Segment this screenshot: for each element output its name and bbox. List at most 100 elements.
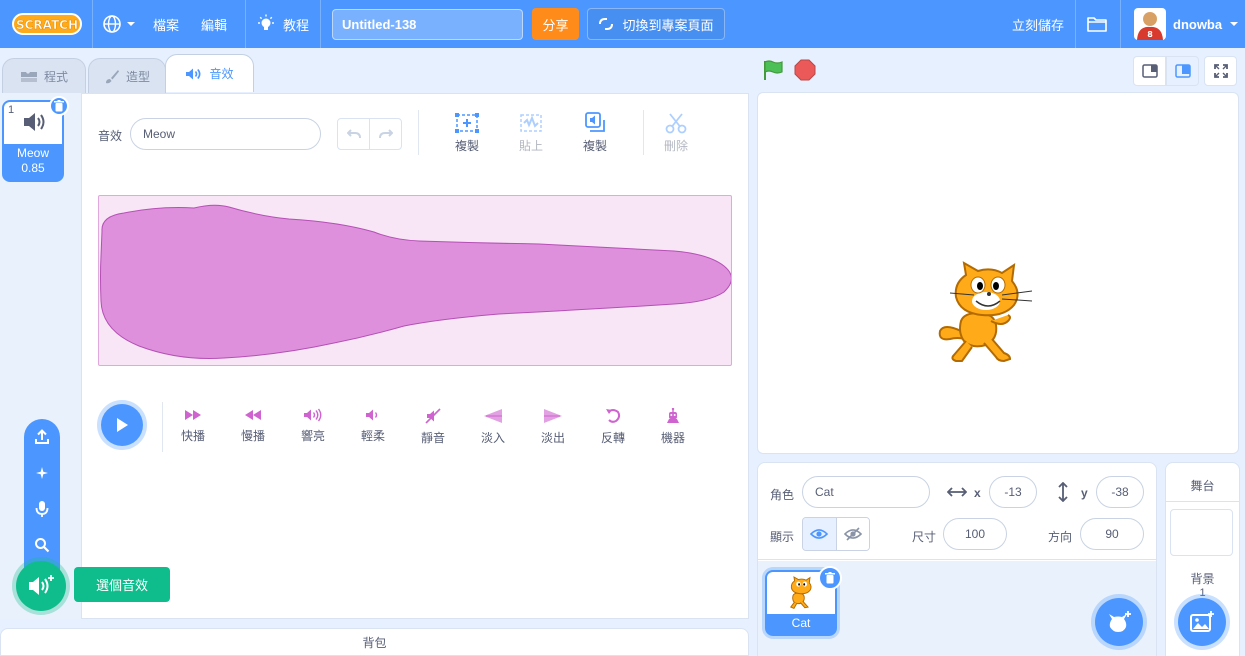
tab-code[interactable]: 程式 [2,58,86,94]
vertical-arrows-icon [1058,482,1068,502]
see-project-page-label: 切換到專案頁面 [622,17,714,33]
save-now-button[interactable]: 立刻儲存 [1012,0,1064,48]
redo-button[interactable] [369,119,401,149]
speaker-icon [24,113,45,131]
effect-robot-button[interactable]: 機器 [653,408,693,446]
undo-button[interactable] [338,119,369,149]
undo-redo-group [337,118,402,150]
add-backdrop-icon [1190,611,1214,632]
x-input[interactable]: -13 [989,476,1037,508]
tab-costumes-label: 造型 [125,70,150,84]
play-button[interactable] [101,404,143,446]
tab-sounds-label: 音效 [209,67,234,81]
account-menu[interactable]: 8 dnowba [1134,0,1239,48]
y-input[interactable]: -38 [1096,476,1144,508]
show-label: 顯示 [770,530,795,544]
cat-sprite[interactable] [936,261,1036,365]
copy-to-new-button[interactable]: 複製 [575,112,615,154]
separator [320,0,321,48]
large-stage-button[interactable] [1166,56,1199,86]
fullscreen-button[interactable] [1204,56,1237,86]
green-flag-button[interactable] [762,59,784,84]
svg-text:8: 8 [1147,30,1153,39]
copy-button[interactable]: 複製 [447,112,487,154]
project-title-input[interactable]: Untitled-138 [332,9,523,40]
direction-label: 方向 [1048,530,1073,544]
show-sprite-button[interactable] [803,518,837,550]
add-sound-icon [29,575,54,595]
sound-name-input[interactable]: Meow [130,118,321,150]
record-button[interactable] [24,491,60,527]
effect-label: 慢播 [240,429,265,443]
logo-text: SCRATCH [16,18,78,32]
size-input[interactable]: 100 [943,518,1007,550]
paste-button[interactable]: 貼上 [511,112,551,154]
separator [1120,0,1121,48]
sprite-name: Cat [791,616,811,630]
play-icon [117,418,128,432]
direction-input[interactable]: 90 [1080,518,1144,550]
add-sprite-button[interactable] [1095,598,1143,646]
delete-sound-button[interactable] [49,96,69,116]
fade-out-icon [544,409,562,423]
chevron-down-icon [1230,22,1239,26]
copy-to-new-label: 複製 [582,139,607,153]
tutorials-menu[interactable]: 教程 [257,0,309,48]
sound-index: 1 [8,104,15,116]
small-stage-button[interactable] [1133,56,1166,86]
upload-sound-button[interactable] [24,419,60,455]
green-flag-icon [764,60,783,80]
speaker-icon [186,68,201,79]
surprise-button[interactable] [24,455,60,491]
waveform-display[interactable] [98,195,732,366]
hide-sprite-button[interactable] [836,518,869,550]
share-button[interactable]: 分享 [532,8,579,40]
effect-fade-out-button[interactable]: 淡出 [533,408,573,446]
stage[interactable] [757,92,1239,454]
tutorials-label: 教程 [283,17,310,33]
effect-label: 快播 [180,429,205,443]
effect-label: 淡出 [540,431,565,445]
my-stuff-button[interactable] [1087,0,1107,48]
effect-softer-button[interactable]: 輕柔 [353,408,393,444]
effect-mute-button[interactable]: 靜音 [413,408,453,446]
search-icon [35,538,50,553]
sparkle-icon [36,467,48,479]
effect-slower-button[interactable]: 慢播 [233,408,273,444]
effect-label: 機器 [660,431,685,445]
stage-thumbnail[interactable] [1170,509,1233,556]
y-label: y [1081,486,1088,500]
tab-sounds[interactable]: 音效 [165,54,254,92]
fade-in-icon [484,409,502,423]
sound-name: Meow [16,146,49,160]
file-menu[interactable]: 檔案 [153,0,179,48]
scratch-logo[interactable]: SCRATCH [12,12,82,36]
edit-menu[interactable]: 編輯 [201,0,227,48]
add-sound-button[interactable] [16,561,66,611]
effect-label: 反轉 [600,431,625,445]
tab-costumes[interactable]: 造型 [88,58,166,94]
see-project-page-button[interactable]: 切換到專案頁面 [587,8,725,40]
paste-icon [520,114,542,132]
upload-icon [35,429,49,444]
effect-fade-in-button[interactable]: 淡入 [473,408,513,446]
microphone-icon [35,501,49,517]
effect-reverse-button[interactable]: 反轉 [593,408,633,446]
chevron-down-icon [127,22,135,26]
effect-louder-button[interactable]: 響亮 [293,408,333,444]
effect-faster-button[interactable]: 快播 [173,408,213,444]
menu-bar: SCRATCH 檔案 編輯 教程 Untitled-138 分享 切換到專案頁面… [0,0,1245,48]
sound-name-label: 音效 [98,129,123,143]
tab-code-label: 程式 [43,70,68,84]
search-sound-button[interactable] [24,527,60,563]
robot-icon [667,408,679,423]
delete-sprite-button[interactable] [818,566,842,590]
stop-button[interactable] [794,59,816,84]
backpack[interactable]: 背包 [0,628,749,656]
sprite-name-input[interactable]: Cat [802,476,930,508]
reverse-icon [606,409,621,423]
add-backdrop-button[interactable] [1178,598,1226,646]
louder-icon [304,408,322,422]
delete-button[interactable]: 刪除 [656,112,696,154]
language-menu[interactable] [102,0,136,48]
